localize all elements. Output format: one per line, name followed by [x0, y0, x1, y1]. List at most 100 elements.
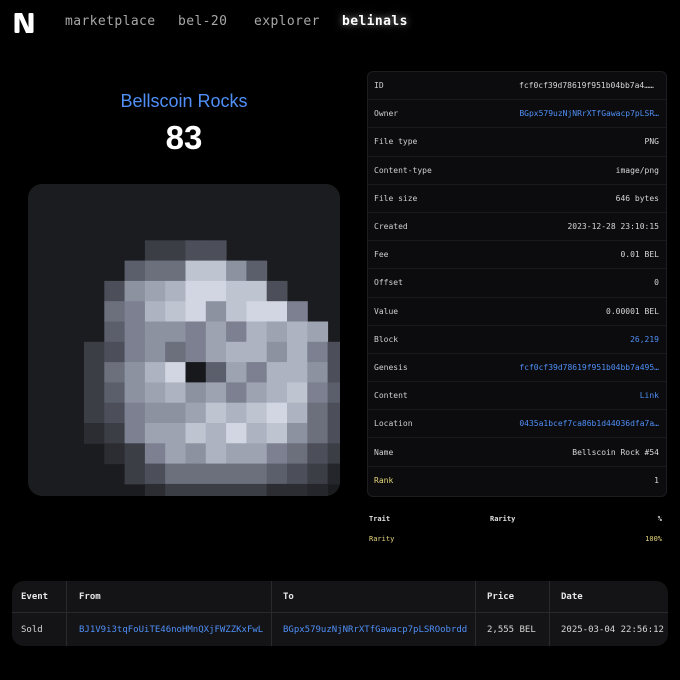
detail-label: Owner [374, 109, 399, 119]
rock-pixel [226, 443, 247, 465]
detail-label: Genesis [374, 362, 408, 372]
rock-pixel [205, 483, 227, 496]
rock-pixel [165, 463, 186, 485]
rock-pixel [165, 402, 186, 424]
inscription-preview [28, 184, 340, 496]
rock-pixel [266, 321, 288, 343]
rock-pixel [205, 423, 227, 444]
rock-pixel [205, 362, 227, 383]
rock-pixel [165, 280, 186, 302]
trait-percent: 100% [645, 535, 662, 543]
from-address-link[interactable]: BJ1V9i3tqFoUiTE46noHMnQXjFWZZKxFwL [70, 613, 271, 646]
rock-pixel [104, 382, 126, 404]
detail-row-content: Content Link [368, 382, 666, 411]
rock-pixel [185, 362, 207, 383]
detail-label: Content-type [374, 165, 432, 175]
rock-pixel [165, 341, 186, 363]
rock-pixel [165, 423, 186, 444]
rock-pixel [144, 483, 166, 496]
rock-pixel [246, 423, 268, 444]
rock-pixel [205, 382, 227, 404]
detail-row-offset: Offset 0 [368, 269, 666, 298]
owner-link[interactable]: BGpx579uzNjNRrXTfGawacp7pLSR… [519, 109, 659, 118]
rock-pixel [327, 423, 340, 444]
block-link[interactable]: 26,219 [630, 335, 659, 344]
rock-pixel [226, 382, 247, 404]
rock-pixel [185, 382, 207, 404]
rock-pixel [226, 260, 247, 282]
detail-row-id: ID fcf0cf39d78619f951b04bb7a4… [368, 72, 666, 101]
rock-pixel [165, 240, 186, 262]
detail-row-owner: Owner BGpx579uzNjNRrXTfGawacp7pLSR… [368, 100, 666, 129]
rock-pixel [266, 463, 288, 485]
rock-pixel [165, 301, 186, 322]
to-address-link[interactable]: BGpx579uzNjNRrXTfGawacp7pLSROobrdd [274, 613, 475, 646]
detail-label: Fee [374, 250, 389, 260]
rock-pixel [287, 483, 308, 496]
bells-logo-icon[interactable] [14, 12, 34, 34]
rock-pixel [307, 402, 329, 424]
activity-table: Event From To Price Date Sold BJ1V9i3tqF… [12, 581, 668, 646]
rock-pixel [185, 463, 207, 485]
rock-pixel [266, 301, 288, 322]
genesis-link[interactable]: fcf0cf39d78619f951b04bb7a495… [519, 363, 659, 372]
rock-pixel [307, 483, 329, 496]
rock-pixel [246, 260, 268, 282]
rock-pixel [246, 301, 268, 322]
rock-pixel [104, 362, 126, 383]
collection-title[interactable]: Bellscoin Rocks [28, 91, 340, 112]
rock-pixel [266, 402, 288, 424]
rock-pixel [226, 423, 247, 444]
nav-link-bel-20[interactable]: bel-20 [178, 14, 227, 29]
rock-pixel [307, 423, 329, 444]
detail-label: Created [374, 222, 408, 232]
detail-row-location: Location 0435a1bcef7ca86b1d44036dfa7a… [368, 410, 666, 439]
rock-pixel [185, 402, 207, 424]
trait-name: Rarity [369, 535, 395, 543]
rock-pixel [165, 382, 186, 404]
rock-pixel [165, 321, 186, 343]
content-link[interactable]: Link [640, 391, 659, 400]
location-link[interactable]: 0435a1bcef7ca86b1d44036dfa7a… [519, 419, 659, 428]
rock-pixel [124, 321, 146, 343]
rock-pixel [246, 483, 268, 496]
detail-value: Bellscoin Rock #54 [572, 447, 659, 457]
detail-row-name: Name Bellscoin Rock #54 [368, 438, 666, 467]
rock-pixel [144, 341, 166, 363]
rock-pixel [185, 483, 207, 496]
rock-pixel [327, 402, 340, 424]
detail-value: image/png [615, 165, 659, 175]
rock-pixel [287, 463, 308, 485]
rock-pixel [307, 443, 329, 465]
detail-value: PNG [644, 137, 659, 147]
detail-row-file-type: File type PNG [368, 128, 666, 157]
rock-pixel [266, 382, 288, 404]
detail-label: File size [374, 193, 418, 203]
nav-link-belinals[interactable]: belinals [342, 14, 408, 29]
rock-pixel [307, 463, 329, 485]
rock-pixel [266, 443, 288, 465]
rock-pixel [124, 402, 146, 424]
detail-label: Offset [374, 278, 403, 288]
nav-link-marketplace[interactable]: marketplace [65, 14, 156, 29]
rock-pixel [144, 382, 166, 404]
rock-pixel [226, 301, 247, 322]
rock-pixel [124, 362, 146, 383]
detail-row-content-type: Content-type image/png [368, 157, 666, 185]
detail-value: 646 bytes [615, 193, 659, 203]
rock-pixel [246, 280, 268, 302]
rock-pixel [205, 402, 227, 424]
rock-pixel [124, 443, 146, 465]
rock-pixel [205, 301, 227, 322]
rock-pixel [124, 280, 146, 302]
rock-pixel [226, 362, 247, 383]
rock-pixel [246, 463, 268, 485]
from-header: From [79, 591, 101, 602]
nav-link-explorer[interactable]: explorer [254, 14, 320, 29]
rock-pixel [307, 341, 329, 363]
rock-pixel [287, 362, 308, 383]
detail-label: File type [374, 137, 418, 147]
rock-pixel [327, 443, 340, 465]
rock-pixel [307, 382, 329, 404]
detail-label: Value [374, 306, 399, 316]
